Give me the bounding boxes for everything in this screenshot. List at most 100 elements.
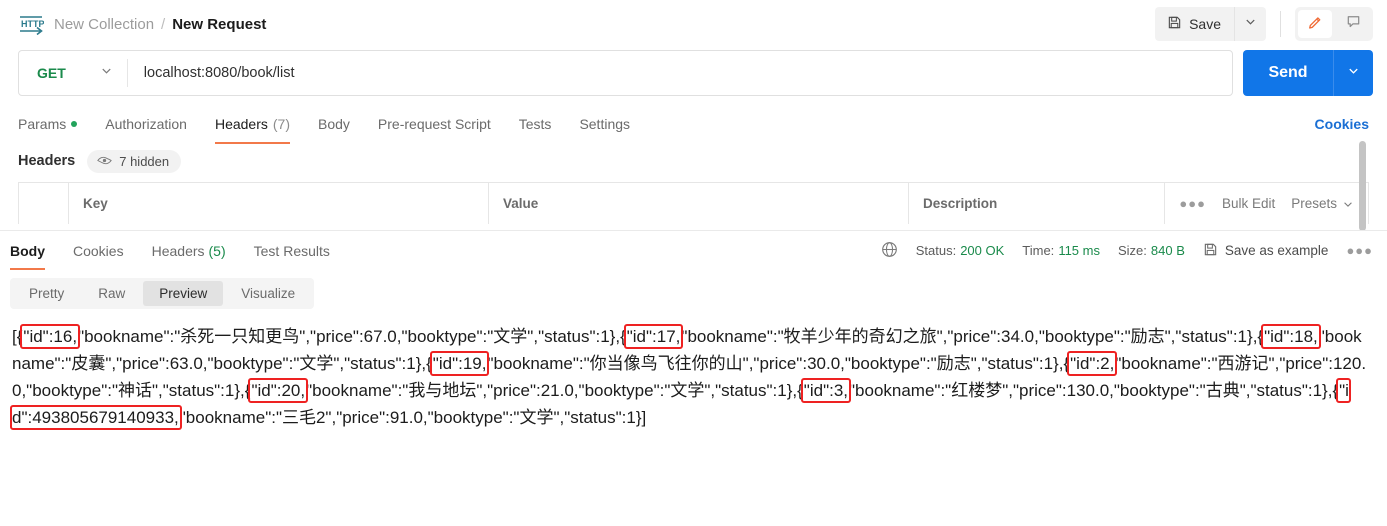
vertical-scrollbar[interactable] — [1359, 141, 1366, 231]
response-body-segment: "bookname":"你当像鸟飞往你的山","price":30.0,"boo… — [487, 354, 1070, 373]
highlight-box-id: "id":18, — [1261, 324, 1321, 349]
url-box: GET — [18, 50, 1233, 96]
column-header-key: Key — [69, 183, 489, 224]
save-button-group: Save — [1155, 7, 1266, 41]
highlight-box-id: "id":17, — [623, 324, 684, 349]
tab-params-label: Params — [18, 116, 67, 132]
method-label: GET — [37, 65, 66, 81]
response-body-segment: [{ — [12, 327, 23, 346]
edit-request-button[interactable] — [1298, 10, 1332, 38]
presets-label: Presets — [1291, 196, 1337, 211]
headers-section-bar: Headers 7 hidden — [0, 144, 1387, 178]
save-as-example-label: Save as example — [1224, 243, 1329, 258]
tab-settings-label: Settings — [579, 116, 631, 132]
svg-text:HTTP: HTTP — [21, 19, 44, 29]
response-body-text: [{"id":16,"bookname":"杀死一只知更鸟","price":6… — [10, 324, 1366, 430]
size-label: Size: — [1117, 243, 1147, 258]
highlight-box-id: "id":16, — [20, 324, 81, 349]
response-view-modes-row: Pretty Raw Preview Visualize — [0, 270, 1387, 309]
view-mode-visualize[interactable]: Visualize — [225, 281, 311, 306]
tab-body[interactable]: Body — [304, 104, 364, 144]
tab-tests-label: Tests — [518, 116, 552, 132]
highlight-box-id: "id":2, — [1067, 351, 1118, 376]
url-input[interactable] — [127, 51, 1232, 95]
tab-params[interactable]: Params — [18, 104, 91, 144]
chevron-down-icon — [1347, 64, 1360, 82]
headers-table-actions: ●●● Bulk Edit Presets — [1165, 183, 1368, 224]
response-body-segment: "bookname":"三毛2","price":91.0,"booktype"… — [179, 408, 647, 427]
column-header-description: Description — [909, 183, 1166, 224]
send-button-group: Send — [1243, 50, 1373, 96]
hidden-headers-label: 7 hidden — [119, 153, 170, 169]
hidden-headers-toggle[interactable]: 7 hidden — [87, 149, 182, 173]
tab-headers-label: Headers — [214, 116, 268, 132]
floppy-disk-icon — [1167, 15, 1182, 33]
view-mode-pretty[interactable]: Pretty — [13, 281, 80, 306]
breadcrumb: New Collection / New Request — [54, 16, 266, 33]
save-button-label: Save — [1189, 16, 1221, 32]
chevron-down-icon — [100, 64, 113, 82]
response-tab-cookies[interactable]: Cookies — [59, 231, 138, 270]
ellipsis-icon[interactable]: ●●● — [1346, 243, 1373, 258]
response-body-segment: "bookname":"红楼梦","price":130.0,"booktype… — [849, 381, 1339, 400]
highlight-box-id: "id":3, — [800, 378, 852, 403]
tab-settings[interactable]: Settings — [565, 104, 644, 144]
globe-icon[interactable] — [881, 241, 898, 261]
send-dropdown-button[interactable] — [1333, 50, 1373, 96]
save-button[interactable]: Save — [1155, 7, 1234, 41]
status-badge: Status: 200 OK — [916, 243, 1005, 258]
response-tab-test-results-label: Test Results — [253, 242, 330, 259]
view-mode-raw[interactable]: Raw — [82, 281, 141, 306]
response-body-preview[interactable]: [{"id":16,"bookname":"杀死一只知更鸟","price":6… — [0, 309, 1387, 431]
status-value: 200 OK — [960, 243, 1005, 258]
url-bar-row: GET Send — [0, 50, 1387, 96]
eye-icon — [97, 154, 113, 169]
breadcrumb-collection[interactable]: New Collection — [54, 16, 154, 33]
tab-headers[interactable]: Headers (7) — [201, 104, 304, 144]
cookies-link[interactable]: Cookies — [1315, 116, 1369, 132]
send-button[interactable]: Send — [1243, 50, 1333, 96]
save-dropdown-button[interactable] — [1234, 7, 1266, 41]
pencil-icon — [1307, 13, 1324, 35]
save-as-example-button[interactable]: Save as example — [1203, 242, 1329, 260]
time-label: Time: — [1022, 243, 1055, 258]
comment-icon — [1345, 13, 1362, 35]
chevron-down-icon — [1244, 15, 1257, 33]
bulk-edit-button[interactable]: Bulk Edit — [1222, 196, 1275, 211]
floppy-disk-icon — [1203, 242, 1218, 260]
response-tab-body[interactable]: Body — [0, 231, 59, 270]
headers-table-header: Key Value Description ●●● Bulk Edit Pres… — [18, 141, 1369, 231]
size-value: 840 B — [1150, 243, 1185, 258]
response-tab-body-label: Body — [10, 242, 45, 259]
ellipsis-icon[interactable]: ●●● — [1179, 196, 1206, 211]
method-selector[interactable]: GET — [19, 51, 127, 95]
response-tab-cookies-label: Cookies — [73, 242, 124, 259]
tab-pre-request-script[interactable]: Pre-request Script — [364, 104, 505, 144]
response-tab-headers[interactable]: Headers (5) — [138, 231, 240, 270]
tab-authorization[interactable]: Authorization — [91, 104, 201, 144]
response-tab-headers-label: Headers — [151, 242, 205, 259]
highlight-box-id: "id":20, — [248, 378, 309, 403]
comments-button[interactable] — [1336, 10, 1370, 38]
chevron-down-icon — [1342, 198, 1354, 210]
modified-dot-icon — [71, 121, 78, 127]
view-mode-icons — [1295, 7, 1373, 41]
top-bar-actions: Save — [1155, 7, 1373, 41]
status-label: Status: — [915, 243, 957, 258]
select-all-checkbox-column[interactable] — [19, 183, 69, 224]
tab-body-label: Body — [318, 116, 350, 132]
breadcrumb-request[interactable]: New Request — [172, 16, 266, 33]
view-mode-preview[interactable]: Preview — [143, 281, 224, 306]
divider — [1280, 11, 1281, 37]
response-body-segment: "bookname":"杀死一只知更鸟","price":67.0,"bookt… — [78, 327, 626, 346]
tab-authorization-label: Authorization — [105, 116, 187, 132]
response-body-segment: "bookname":"牧羊少年的奇幻之旅","price":34.0,"boo… — [681, 327, 1264, 346]
breadcrumb-separator: / — [161, 15, 166, 33]
tab-pre-request-script-label: Pre-request Script — [377, 116, 491, 132]
response-tab-headers-count: (5) — [208, 242, 226, 259]
http-icon: HTTP — [18, 13, 45, 36]
response-body-segment: "bookname":"我与地坛","price":21.0,"booktype… — [306, 381, 803, 400]
tab-tests[interactable]: Tests — [505, 104, 566, 144]
presets-button[interactable]: Presets — [1291, 196, 1354, 211]
response-tab-test-results[interactable]: Test Results — [240, 231, 344, 270]
